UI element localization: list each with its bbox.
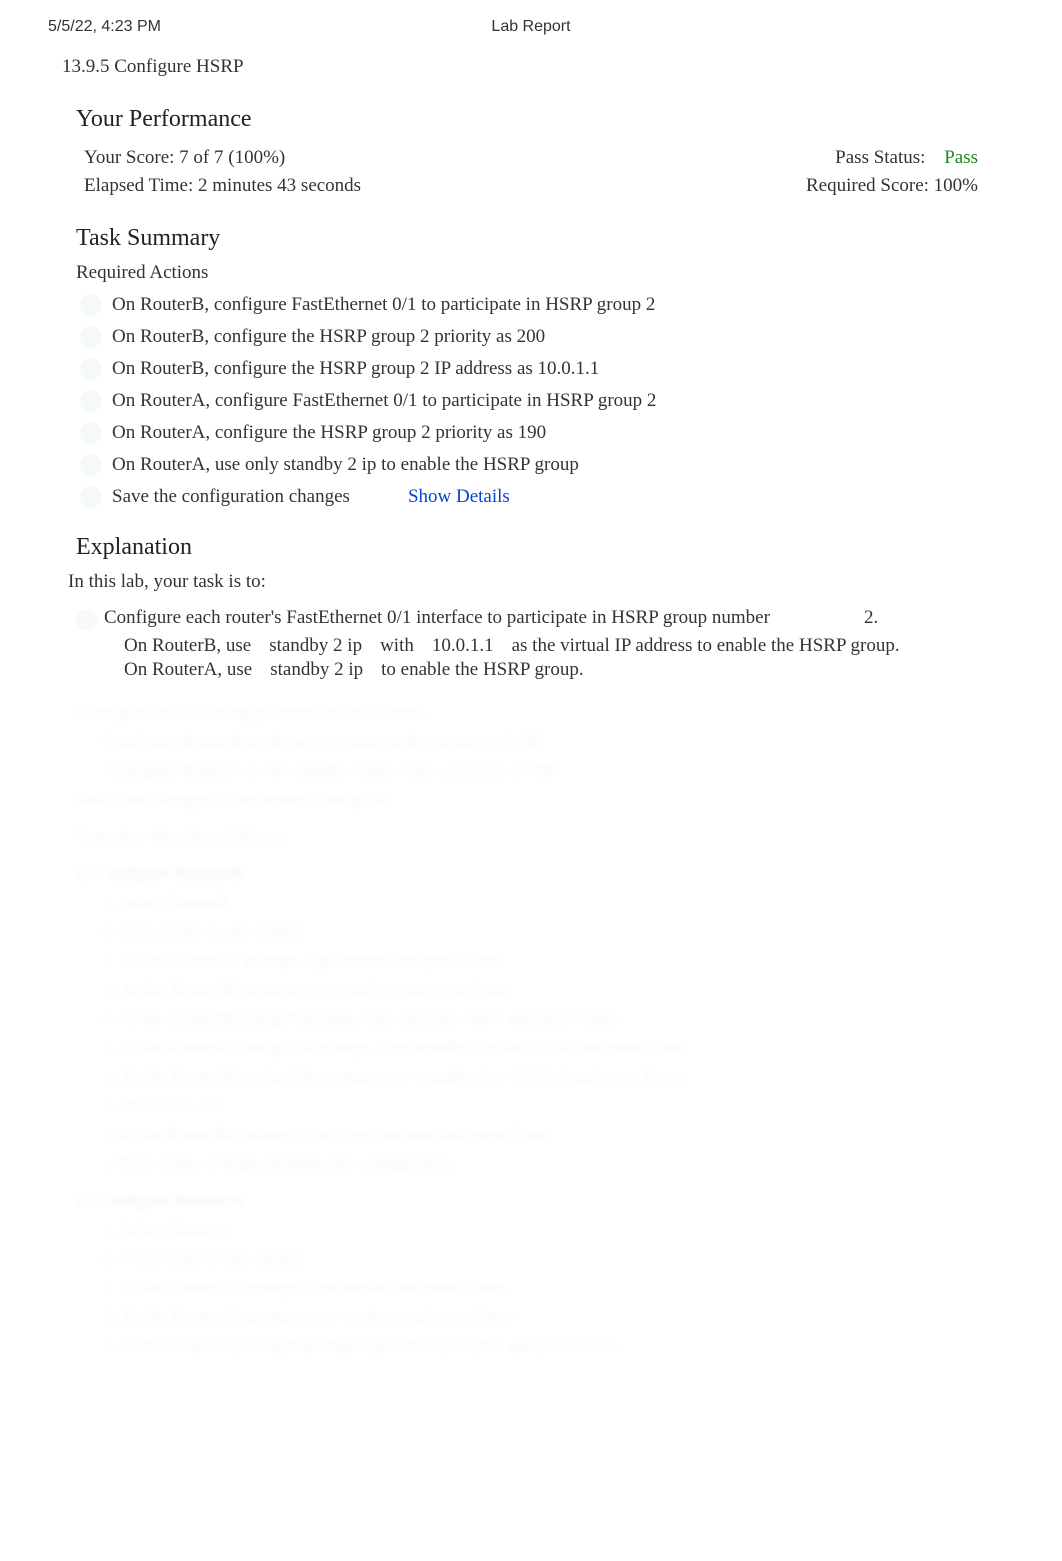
- faded-content: Configure the following priorities on th…: [50, 699, 1012, 1359]
- action-item-save: Save the configuration changes Show Deta…: [76, 486, 986, 508]
- show-details-link[interactable]: Show Details: [408, 486, 510, 508]
- check-icon: [80, 294, 102, 316]
- action-item: On RouterB, configure the HSRP group 2 p…: [76, 326, 986, 348]
- required-actions-label: Required Actions: [76, 262, 986, 284]
- performance-heading: Your Performance: [76, 106, 986, 133]
- check-icon: [80, 454, 102, 476]
- pass-status: Pass Status: Pass: [835, 147, 978, 169]
- explanation-heading: Explanation: [76, 534, 986, 561]
- bullet-icon: [76, 609, 98, 631]
- hsrp-group-number: 2.: [864, 607, 878, 629]
- check-icon: [80, 390, 102, 412]
- lab-title: 13.9.5 Configure HSRP: [0, 44, 1062, 88]
- check-icon: [80, 422, 102, 444]
- explanation-bullet: Configure each router's FastEthernet 0/1…: [76, 607, 986, 631]
- action-item: On RouterA, use only standby 2 ip to ena…: [76, 454, 986, 476]
- page-header: 5/5/22, 4:23 PM Lab Report: [0, 0, 1062, 44]
- header-title: Lab Report: [491, 18, 570, 36]
- action-list: On RouterB, configure FastEthernet 0/1 t…: [76, 294, 986, 508]
- explanation-sublines: On RouterB, use standby 2 ip with 10.0.1…: [124, 635, 986, 681]
- action-item: On RouterA, configure FastEthernet 0/1 t…: [76, 390, 986, 412]
- explanation-intro: In this lab, your task is to:: [68, 571, 986, 593]
- elapsed-time: Elapsed Time: 2 minutes 43 seconds: [84, 175, 361, 197]
- check-icon: [80, 326, 102, 348]
- action-item: On RouterA, configure the HSRP group 2 p…: [76, 422, 986, 444]
- content-card: Your Performance Your Score: 7 of 7 (100…: [50, 88, 1012, 1359]
- action-item: On RouterB, configure the HSRP group 2 I…: [76, 358, 986, 380]
- pass-value: Pass: [944, 147, 978, 168]
- action-item: On RouterB, configure FastEthernet 0/1 t…: [76, 294, 986, 316]
- header-timestamp: 5/5/22, 4:23 PM: [48, 18, 161, 36]
- task-summary-heading: Task Summary: [76, 225, 986, 252]
- check-icon: [80, 486, 102, 508]
- required-score: Required Score: 100%: [806, 175, 978, 197]
- check-icon: [80, 358, 102, 380]
- score-label: Your Score: 7 of 7 (100%): [84, 147, 285, 169]
